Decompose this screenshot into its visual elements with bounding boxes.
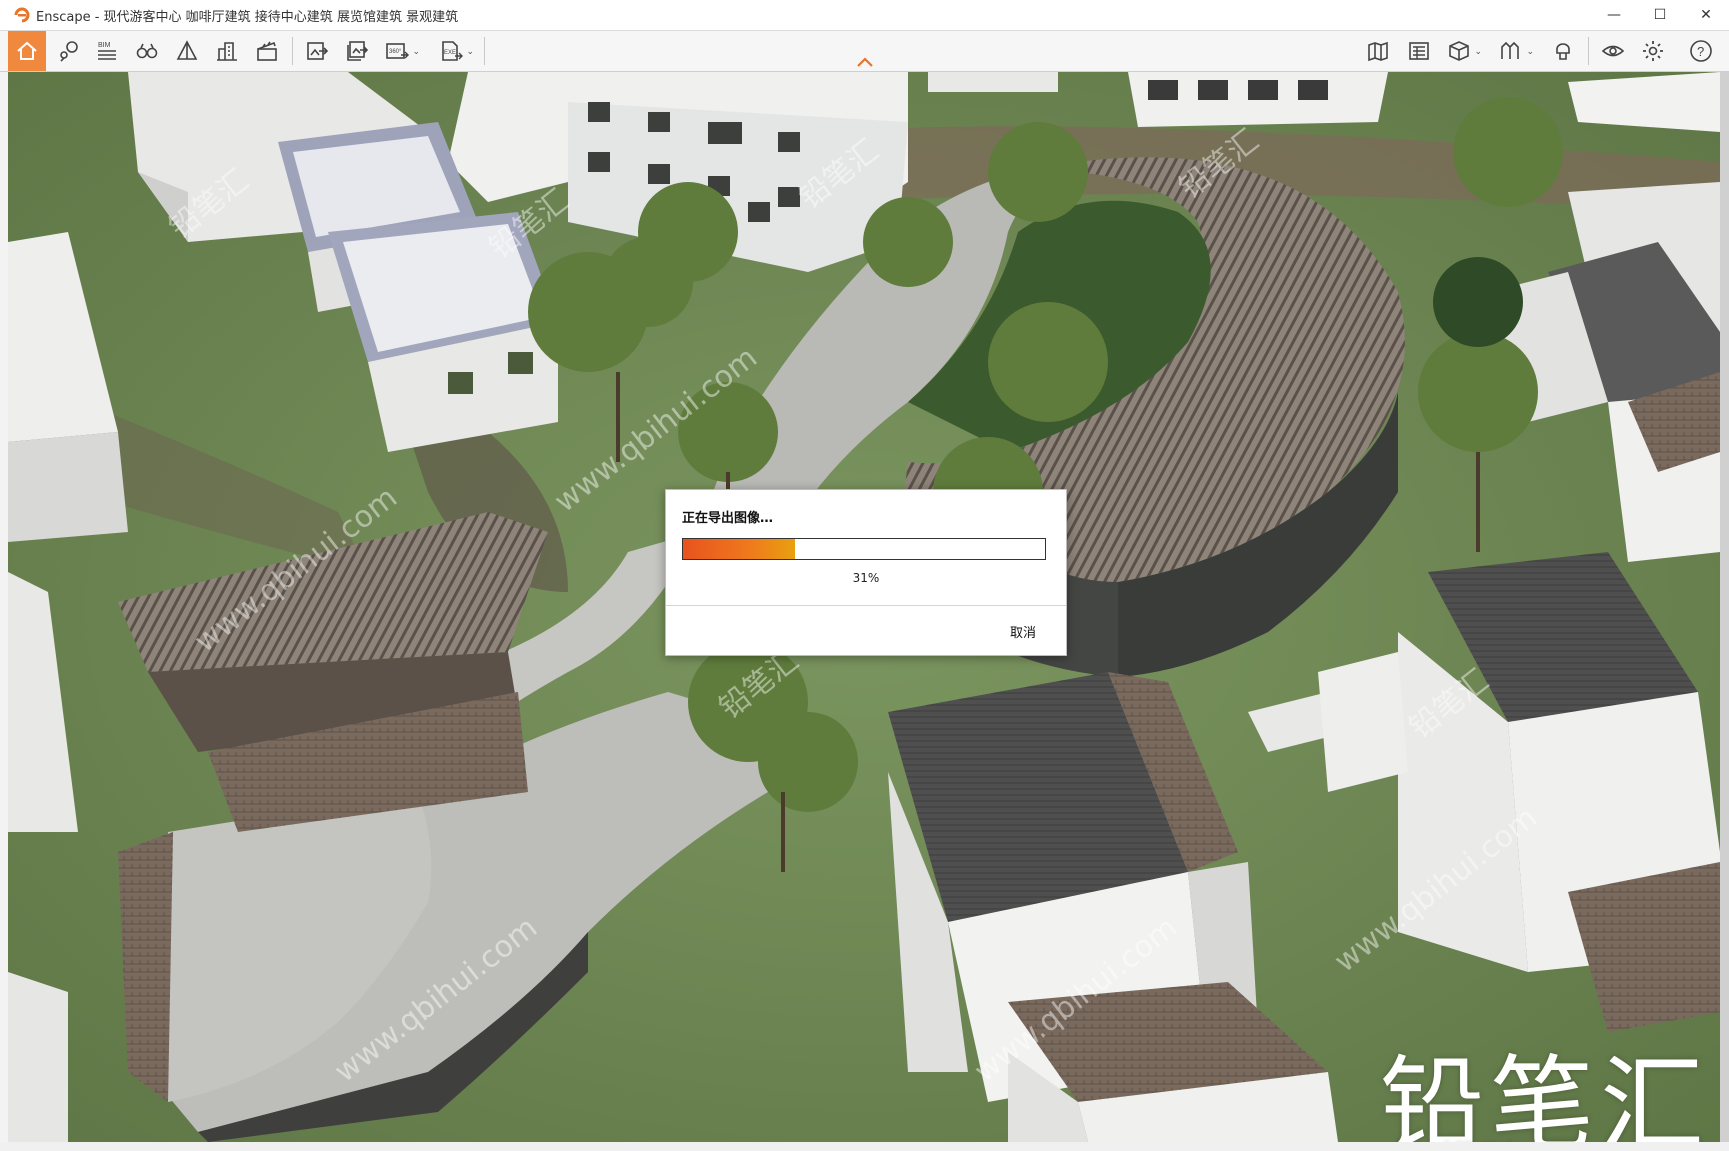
chevron-down-icon[interactable]: ⌄ (1474, 47, 1482, 57)
chevron-down-icon[interactable]: ⌄ (412, 47, 420, 57)
window-controls: — ☐ ✕ (1591, 0, 1729, 30)
bim-button[interactable]: BIM (90, 34, 124, 68)
buildings-icon (217, 42, 237, 61)
home-icon (17, 41, 37, 60)
enscape-window: Enscape - 现代游客中心 咖啡厅建筑 接待中心建筑 展览馆建筑 景观建筑… (0, 0, 1729, 1151)
map-button[interactable] (1362, 34, 1396, 68)
views-button[interactable] (52, 34, 86, 68)
enscape-logo-icon (14, 7, 30, 23)
svg-text:360°: 360° (389, 49, 402, 55)
asset-library-icon (1409, 42, 1429, 60)
model-id-watermark: SU模型ID:398537 (1386, 1130, 1690, 1142)
settings-button[interactable] (1636, 34, 1670, 68)
progress-fill (683, 539, 796, 559)
chevron-down-icon[interactable]: ⌄ (1526, 47, 1534, 57)
exe-export-icon: EXE (442, 41, 463, 61)
panorama-360-icon: 360° (386, 43, 409, 59)
bim-list-icon: BIM (98, 42, 116, 60)
location-pins-icon (60, 41, 78, 62)
svg-text:BIM: BIM (98, 42, 111, 49)
toolbar-collapse-chevron-icon[interactable] (855, 55, 875, 69)
clapperboard-icon (257, 41, 277, 61)
upload-icon (1556, 43, 1570, 60)
export-progress-bar (682, 538, 1046, 560)
image-export-icon (307, 42, 329, 60)
buildings-button[interactable] (210, 34, 244, 68)
window-border (0, 1142, 1729, 1151)
export-progress-dialog: 正在导出图像… 31% 取消 (665, 489, 1067, 656)
svg-text:?: ? (1697, 44, 1704, 59)
material-editor-icon (1501, 41, 1519, 59)
help-icon: ? (1690, 40, 1712, 62)
toolbar-separator (292, 37, 293, 65)
map-icon (1368, 41, 1388, 62)
title-bar[interactable]: Enscape - 现代游客中心 咖啡厅建筑 接待中心建筑 展览馆建筑 景观建筑… (0, 0, 1729, 31)
help-button[interactable]: ? (1684, 34, 1718, 68)
home-button[interactable] (8, 31, 46, 71)
batch-render-button[interactable] (340, 34, 374, 68)
window-border (1720, 72, 1729, 1151)
eye-icon (1601, 45, 1625, 57)
brand-watermark: 铅笔汇 (1380, 1044, 1711, 1142)
panorama-button[interactable]: 360° ⌄ (380, 34, 420, 68)
dialog-divider (666, 605, 1066, 606)
material-button[interactable]: ⌄ (1442, 34, 1482, 68)
cancel-button[interactable]: 取消 (1010, 622, 1036, 641)
batch-export-icon (347, 41, 369, 61)
toolbar-separator (1588, 37, 1589, 65)
svg-text:EXE: EXE (444, 50, 456, 56)
gear-icon (1643, 41, 1663, 61)
binoculars-icon (136, 43, 158, 59)
minimize-button[interactable]: — (1591, 0, 1637, 30)
video-button[interactable] (250, 34, 284, 68)
binoculars-button[interactable] (130, 34, 164, 68)
close-button[interactable]: ✕ (1683, 0, 1729, 30)
window-title: Enscape - 现代游客中心 咖啡厅建筑 接待中心建筑 展览馆建筑 景观建筑 (36, 9, 459, 25)
screenshot-button[interactable] (300, 34, 334, 68)
progress-percentage: 31% (852, 571, 880, 585)
upload-button[interactable] (1546, 34, 1580, 68)
visual-settings-button[interactable] (1596, 34, 1630, 68)
material-editor-button[interactable]: ⌄ (1494, 34, 1534, 68)
exe-export-button[interactable]: EXE ⌄ (434, 34, 474, 68)
cube-icon (1449, 41, 1469, 61)
toolbar-separator (484, 37, 485, 65)
maximize-button[interactable]: ☐ (1637, 0, 1683, 30)
asset-library-button[interactable] (1402, 34, 1436, 68)
pyramid-icon (176, 40, 198, 60)
chevron-down-icon[interactable]: ⌄ (466, 47, 474, 57)
atmosphere-button[interactable] (170, 34, 204, 68)
dialog-title: 正在导出图像… (682, 511, 774, 526)
